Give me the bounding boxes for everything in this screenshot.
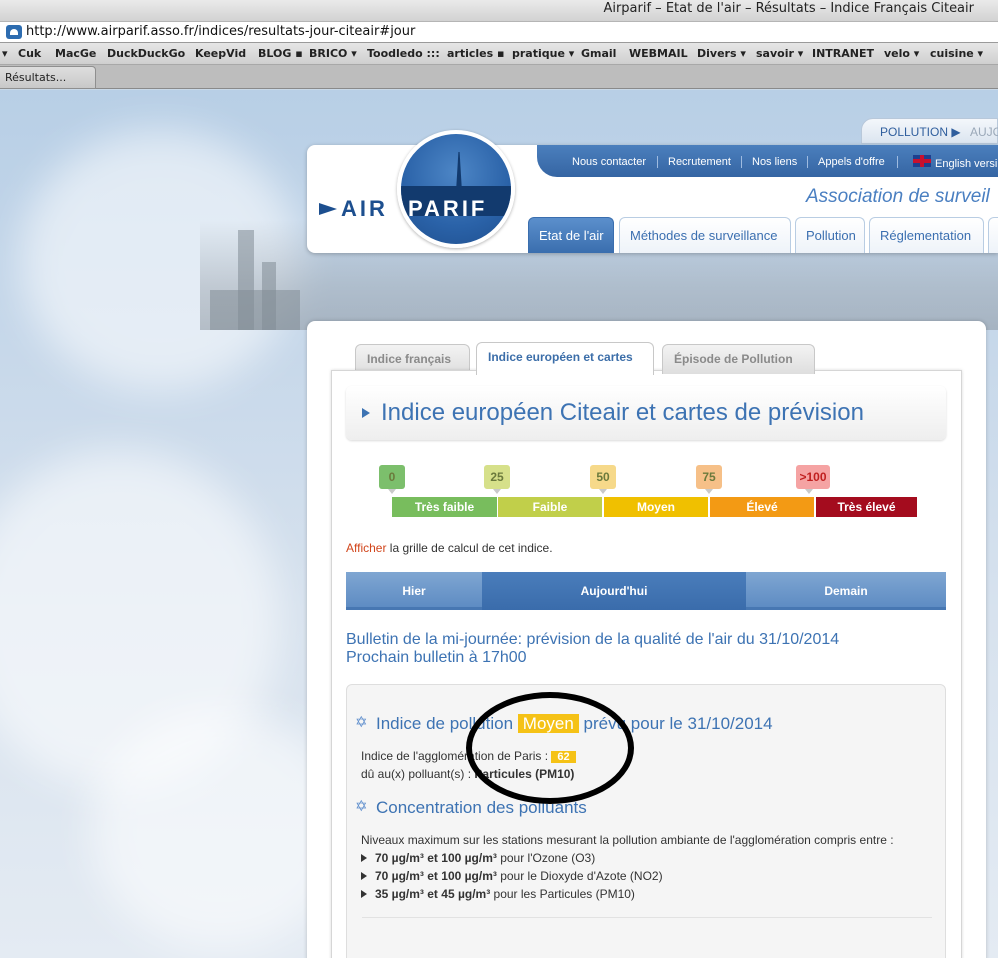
- bullet-arrow-icon: [361, 872, 367, 880]
- page-title: Indice européen Citeair et cartes de pré…: [381, 399, 864, 426]
- scale-tick-50: 50: [590, 465, 616, 494]
- scale-tick-100: >100: [796, 465, 830, 494]
- pollution-next-label: AUJC: [970, 125, 998, 139]
- site-tagline: Association de surveil: [806, 186, 990, 207]
- bullet-arrow-icon: [361, 854, 367, 862]
- bookmark-item[interactable]: Divers ▾: [697, 47, 746, 60]
- bookmark-item[interactable]: pratique ▾: [512, 47, 574, 60]
- logo-text-parif: PARIF: [408, 196, 488, 221]
- bookmark-item[interactable]: WEBMAIL: [629, 47, 688, 60]
- bookmark-item[interactable]: Gmail: [581, 47, 616, 60]
- divider: [657, 156, 658, 168]
- nav-recrutement-link[interactable]: Recrutement: [668, 156, 731, 168]
- browser-tab[interactable]: Résultats...: [0, 66, 96, 89]
- list-item-range: 70 µg/m³ et 100 µg/m³: [375, 869, 497, 883]
- scale-tick-25: 25: [484, 465, 510, 494]
- list-item: 70 µg/m³ et 100 µg/m³ pour le Dioxyde d'…: [361, 869, 663, 883]
- bookmark-item[interactable]: MacGe: [55, 47, 96, 60]
- bookmark-item[interactable]: INTRANET: [812, 47, 874, 60]
- logo-arrow-icon: [319, 203, 337, 215]
- bulletin-line-1: Bulletin de la mi-journée: prévision de …: [346, 631, 840, 648]
- site-favicon-icon: [6, 25, 22, 39]
- scale-tick-0: 0: [379, 465, 405, 494]
- pollution-shortcut-tab[interactable]: POLLUTION ▶ AUJC: [861, 118, 998, 144]
- uk-flag-icon[interactable]: [913, 155, 931, 167]
- nav-liens-link[interactable]: Nos liens: [752, 156, 797, 168]
- afficher-line: Afficher la grille de calcul de cet indi…: [346, 541, 553, 555]
- divider: [362, 917, 932, 918]
- english-version-link[interactable]: English versi: [935, 158, 997, 170]
- hand-drawn-circle-annotation: [466, 692, 634, 804]
- title-arrow-icon: [362, 408, 370, 418]
- nav-contact-link[interactable]: Nous contacter: [572, 156, 646, 168]
- scale-tick-75: 75: [696, 465, 722, 494]
- bookmark-item[interactable]: Cuk: [18, 47, 41, 60]
- tab-demain[interactable]: Demain: [746, 572, 946, 610]
- tab-episode-pollution[interactable]: Épisode de Pollution: [662, 344, 815, 374]
- tab-aujourdhui[interactable]: Aujourd'hui: [482, 572, 746, 610]
- scale-level-eleve: Élevé: [710, 497, 814, 517]
- list-item-text: pour l'Ozone (O3): [496, 851, 596, 865]
- list-item-text: pour le Dioxyde d'Azote (NO2): [496, 869, 663, 883]
- tab-hier[interactable]: Hier: [346, 572, 482, 610]
- divider: [897, 156, 898, 168]
- star-icon: ✡: [355, 714, 368, 731]
- list-item-range: 35 µg/m³ et 45 µg/m³: [375, 887, 491, 901]
- main-nav-etat-air[interactable]: Etat de l'air: [528, 217, 614, 253]
- scale-level-moyen: Moyen: [604, 497, 708, 517]
- bookmarks-bar: ▾ Cuk MacGe DuckDuckGo KeepVid BLOG ▪ BR…: [0, 43, 998, 65]
- bookmark-item[interactable]: velo ▾: [884, 47, 919, 60]
- bullet-arrow-icon: [361, 890, 367, 898]
- bookmark-item[interactable]: Toodledo :::: [367, 47, 440, 60]
- airparif-logo[interactable]: [397, 130, 515, 248]
- bulletin-heading: Bulletin de la mi-journée: prévision de …: [346, 631, 839, 667]
- pollution-shortcut-label: POLLUTION ▶: [880, 125, 961, 139]
- bookmark-item[interactable]: BRICO ▾: [309, 47, 357, 60]
- list-item: 35 µg/m³ et 45 µg/m³ pour les Particules…: [361, 887, 635, 901]
- bulletin-line-2: Prochain bulletin à 17h00: [346, 649, 527, 666]
- nav-appels-offre-link[interactable]: Appels d'offre: [818, 156, 885, 168]
- list-item: 70 µg/m³ et 100 µg/m³ pour l'Ozone (O3): [361, 851, 595, 865]
- logo-text-air: AIR: [341, 196, 388, 221]
- window-titlebar: Airparif – Etat de l'air – Résultats – I…: [0, 0, 998, 22]
- address-bar[interactable]: http://www.airparif.asso.fr/indices/resu…: [0, 22, 998, 43]
- bookmark-item[interactable]: savoir ▾: [756, 47, 803, 60]
- bookmark-item[interactable]: articles ▪: [447, 47, 504, 60]
- divider: [741, 156, 742, 168]
- bookmark-overflow-icon[interactable]: ▾: [2, 47, 8, 60]
- bookmark-item[interactable]: DuckDuckGo: [107, 47, 185, 60]
- star-icon: ✡: [355, 798, 368, 815]
- url-text[interactable]: http://www.airparif.asso.fr/indices/resu…: [26, 24, 415, 39]
- list-item-text: pour les Particules (PM10): [490, 887, 635, 901]
- browser-tab-bar: Résultats...: [0, 65, 998, 89]
- main-nav-more[interactable]: [988, 217, 998, 253]
- main-nav-methodes[interactable]: Méthodes de surveillance: [619, 217, 791, 253]
- polluant-label: dû au(x) polluant(s) :: [361, 767, 475, 781]
- scale-level-tres-faible: Très faible: [392, 497, 497, 517]
- main-nav-reglementation[interactable]: Réglementation: [869, 217, 984, 253]
- list-item-range: 70 µg/m³ et 100 µg/m³: [375, 851, 497, 865]
- bookmark-item[interactable]: cuisine ▾: [930, 47, 983, 60]
- divider: [807, 156, 808, 168]
- tab-indice-europeen[interactable]: Indice européen et cartes: [476, 342, 654, 375]
- afficher-text: la grille de calcul de cet indice.: [386, 541, 553, 555]
- concentration-intro: Niveaux maximum sur les stations mesuran…: [361, 833, 894, 847]
- window-title: Airparif – Etat de l'air – Résultats – I…: [603, 1, 974, 16]
- section-title-box: Indice européen Citeair et cartes de pré…: [346, 386, 946, 440]
- bookmark-item[interactable]: KeepVid: [195, 47, 246, 60]
- scale-level-tres-eleve: Très élevé: [816, 497, 917, 517]
- scale-level-faible: Faible: [498, 497, 602, 517]
- main-nav-pollution[interactable]: Pollution: [795, 217, 865, 253]
- bookmark-item[interactable]: BLOG ▪: [258, 47, 303, 60]
- afficher-link[interactable]: Afficher: [346, 541, 386, 555]
